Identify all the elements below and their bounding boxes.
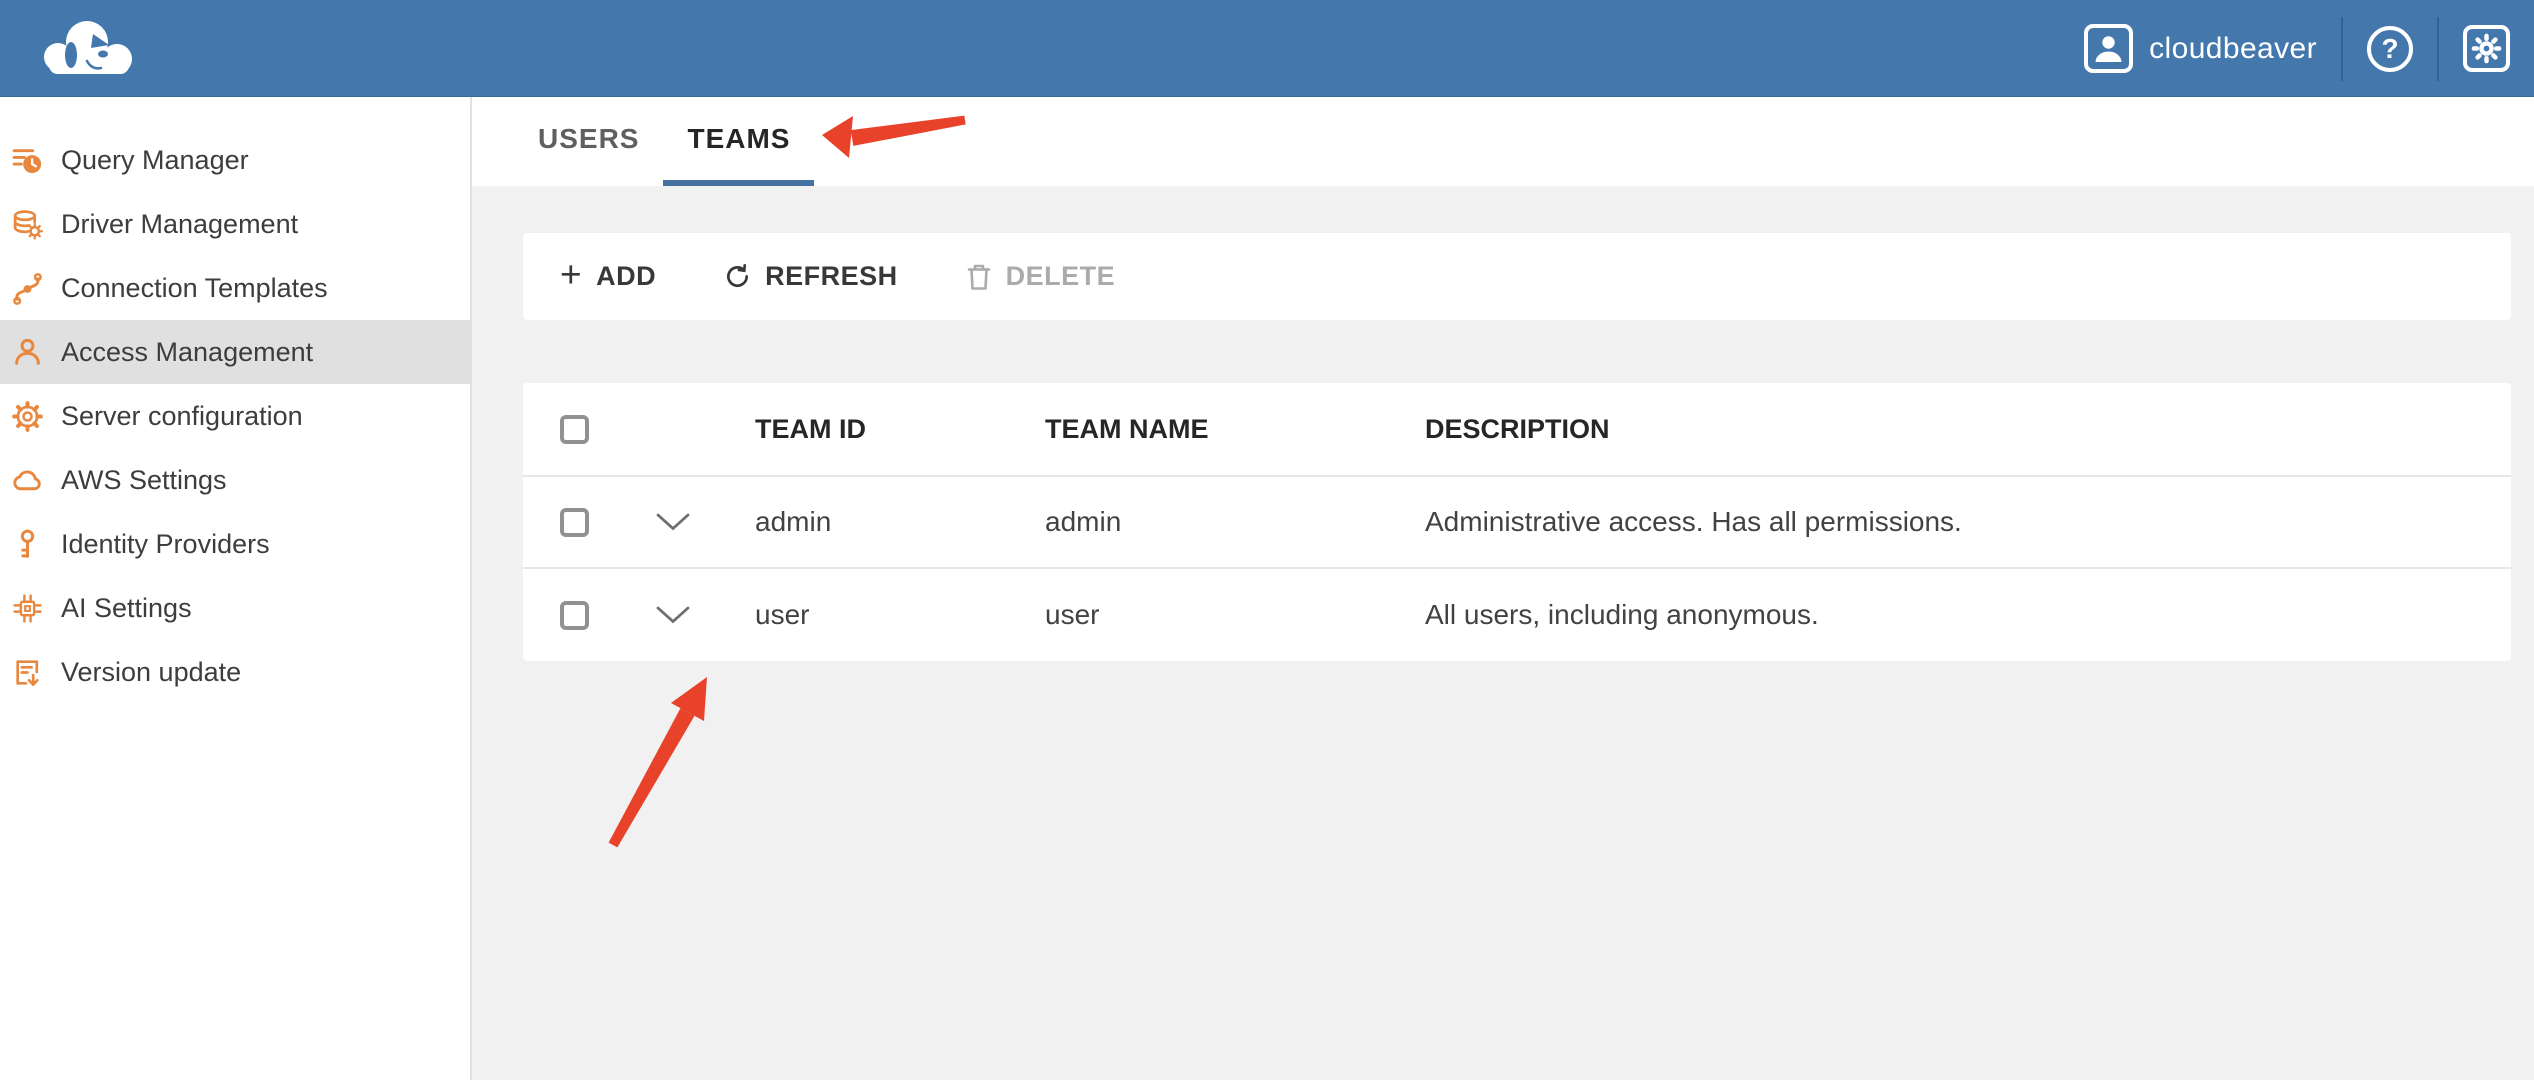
header-divider xyxy=(2341,17,2343,81)
user-menu[interactable]: cloudbeaver xyxy=(2084,24,2317,73)
sidebar-item-label: AWS Settings xyxy=(61,465,227,496)
version-update-icon xyxy=(10,655,44,689)
sidebar-item-driver-management[interactable]: Driver Management xyxy=(0,192,470,256)
column-header-team-name: TEAM NAME xyxy=(1015,414,1395,445)
settings-button[interactable] xyxy=(2463,25,2510,72)
tab-users-label: USERS xyxy=(538,123,639,155)
column-header-team-id: TEAM ID xyxy=(725,414,1015,445)
teams-toolbar: + ADD REFRESH xyxy=(523,233,2511,320)
refresh-button[interactable]: REFRESH xyxy=(724,261,898,292)
header-divider xyxy=(2437,17,2439,81)
chevron-down-icon[interactable] xyxy=(656,513,690,531)
cloudbeaver-admin-page: cloudbeaver ? xyxy=(0,0,2534,1080)
trash-icon xyxy=(966,263,992,291)
sidebar-item-query-manager[interactable]: Query Manager xyxy=(0,128,470,192)
query-manager-icon xyxy=(10,143,44,177)
gear-icon xyxy=(2471,33,2502,64)
tab-bar: USERS TEAMS xyxy=(472,97,2534,186)
cell-description: All users, including anonymous. xyxy=(1395,599,2511,631)
cloudbeaver-logo[interactable] xyxy=(36,15,138,82)
table-row-admin[interactable]: admin admin Administrative access. Has a… xyxy=(523,477,2511,569)
sidebar-item-label: Version update xyxy=(61,657,241,688)
question-mark-icon: ? xyxy=(2381,33,2398,65)
tab-users[interactable]: USERS xyxy=(514,97,663,186)
column-header-description: DESCRIPTION xyxy=(1395,414,2511,445)
delete-button-label: DELETE xyxy=(1006,261,1116,292)
cell-team-name: user xyxy=(1015,599,1395,631)
tab-teams[interactable]: TEAMS xyxy=(663,97,814,186)
sidebar-item-label: Query Manager xyxy=(61,145,249,176)
identity-key-icon xyxy=(10,527,44,561)
ai-chip-icon xyxy=(10,591,44,625)
driver-management-icon xyxy=(10,207,44,241)
user-avatar-icon xyxy=(2084,24,2133,73)
help-button[interactable]: ? xyxy=(2367,26,2413,72)
table-row-user[interactable]: user user All users, including anonymous… xyxy=(523,569,2511,661)
sidebar-item-ai-settings[interactable]: AI Settings xyxy=(0,576,470,640)
row-checkbox[interactable] xyxy=(560,508,589,537)
cell-team-id: user xyxy=(725,599,1015,631)
sidebar-item-label: Identity Providers xyxy=(61,529,270,560)
sidebar-item-label: Access Management xyxy=(61,337,313,368)
select-all-checkbox[interactable] xyxy=(560,415,589,444)
sidebar-item-identity-providers[interactable]: Identity Providers xyxy=(0,512,470,576)
access-management-icon xyxy=(10,335,44,369)
sidebar-item-connection-templates[interactable]: Connection Templates xyxy=(0,256,470,320)
sidebar-item-access-management[interactable]: Access Management xyxy=(0,320,470,384)
admin-sidebar: Query Manager Driver M xyxy=(0,97,472,1080)
sidebar-item-aws-settings[interactable]: AWS Settings xyxy=(0,448,470,512)
main-panel: USERS TEAMS + ADD xyxy=(472,97,2534,1080)
sidebar-item-label: Driver Management xyxy=(61,209,298,240)
table-header-row: TEAM ID TEAM NAME DESCRIPTION xyxy=(523,383,2511,477)
cell-description: Administrative access. Has all permissio… xyxy=(1395,506,2511,538)
tab-teams-label: TEAMS xyxy=(687,123,790,155)
cloudbeaver-logo-icon xyxy=(36,15,138,82)
sidebar-item-label: AI Settings xyxy=(61,593,192,624)
sidebar-item-label: Server configuration xyxy=(61,401,303,432)
refresh-button-label: REFRESH xyxy=(765,261,898,292)
add-team-button[interactable]: + ADD xyxy=(560,258,656,295)
sidebar-item-version-update[interactable]: Version update xyxy=(0,640,470,704)
sidebar-item-label: Connection Templates xyxy=(61,273,328,304)
teams-content: + ADD REFRESH xyxy=(472,186,2534,1080)
row-checkbox[interactable] xyxy=(560,601,589,630)
cell-team-id: admin xyxy=(725,506,1015,538)
plus-icon: + xyxy=(560,256,582,293)
app-header: cloudbeaver ? xyxy=(0,0,2534,97)
add-button-label: ADD xyxy=(596,261,656,292)
server-configuration-icon xyxy=(10,399,44,433)
header-actions: cloudbeaver ? xyxy=(2084,0,2510,97)
cell-team-name: admin xyxy=(1015,506,1395,538)
teams-table: TEAM ID TEAM NAME DESCRIPTION admin admi… xyxy=(523,383,2511,661)
connection-templates-icon xyxy=(10,271,44,305)
user-name: cloudbeaver xyxy=(2149,32,2317,66)
delete-button[interactable]: DELETE xyxy=(966,261,1116,292)
refresh-icon xyxy=(724,263,751,290)
chevron-down-icon[interactable] xyxy=(656,606,690,624)
sidebar-item-server-configuration[interactable]: Server configuration xyxy=(0,384,470,448)
aws-cloud-icon xyxy=(10,463,44,497)
